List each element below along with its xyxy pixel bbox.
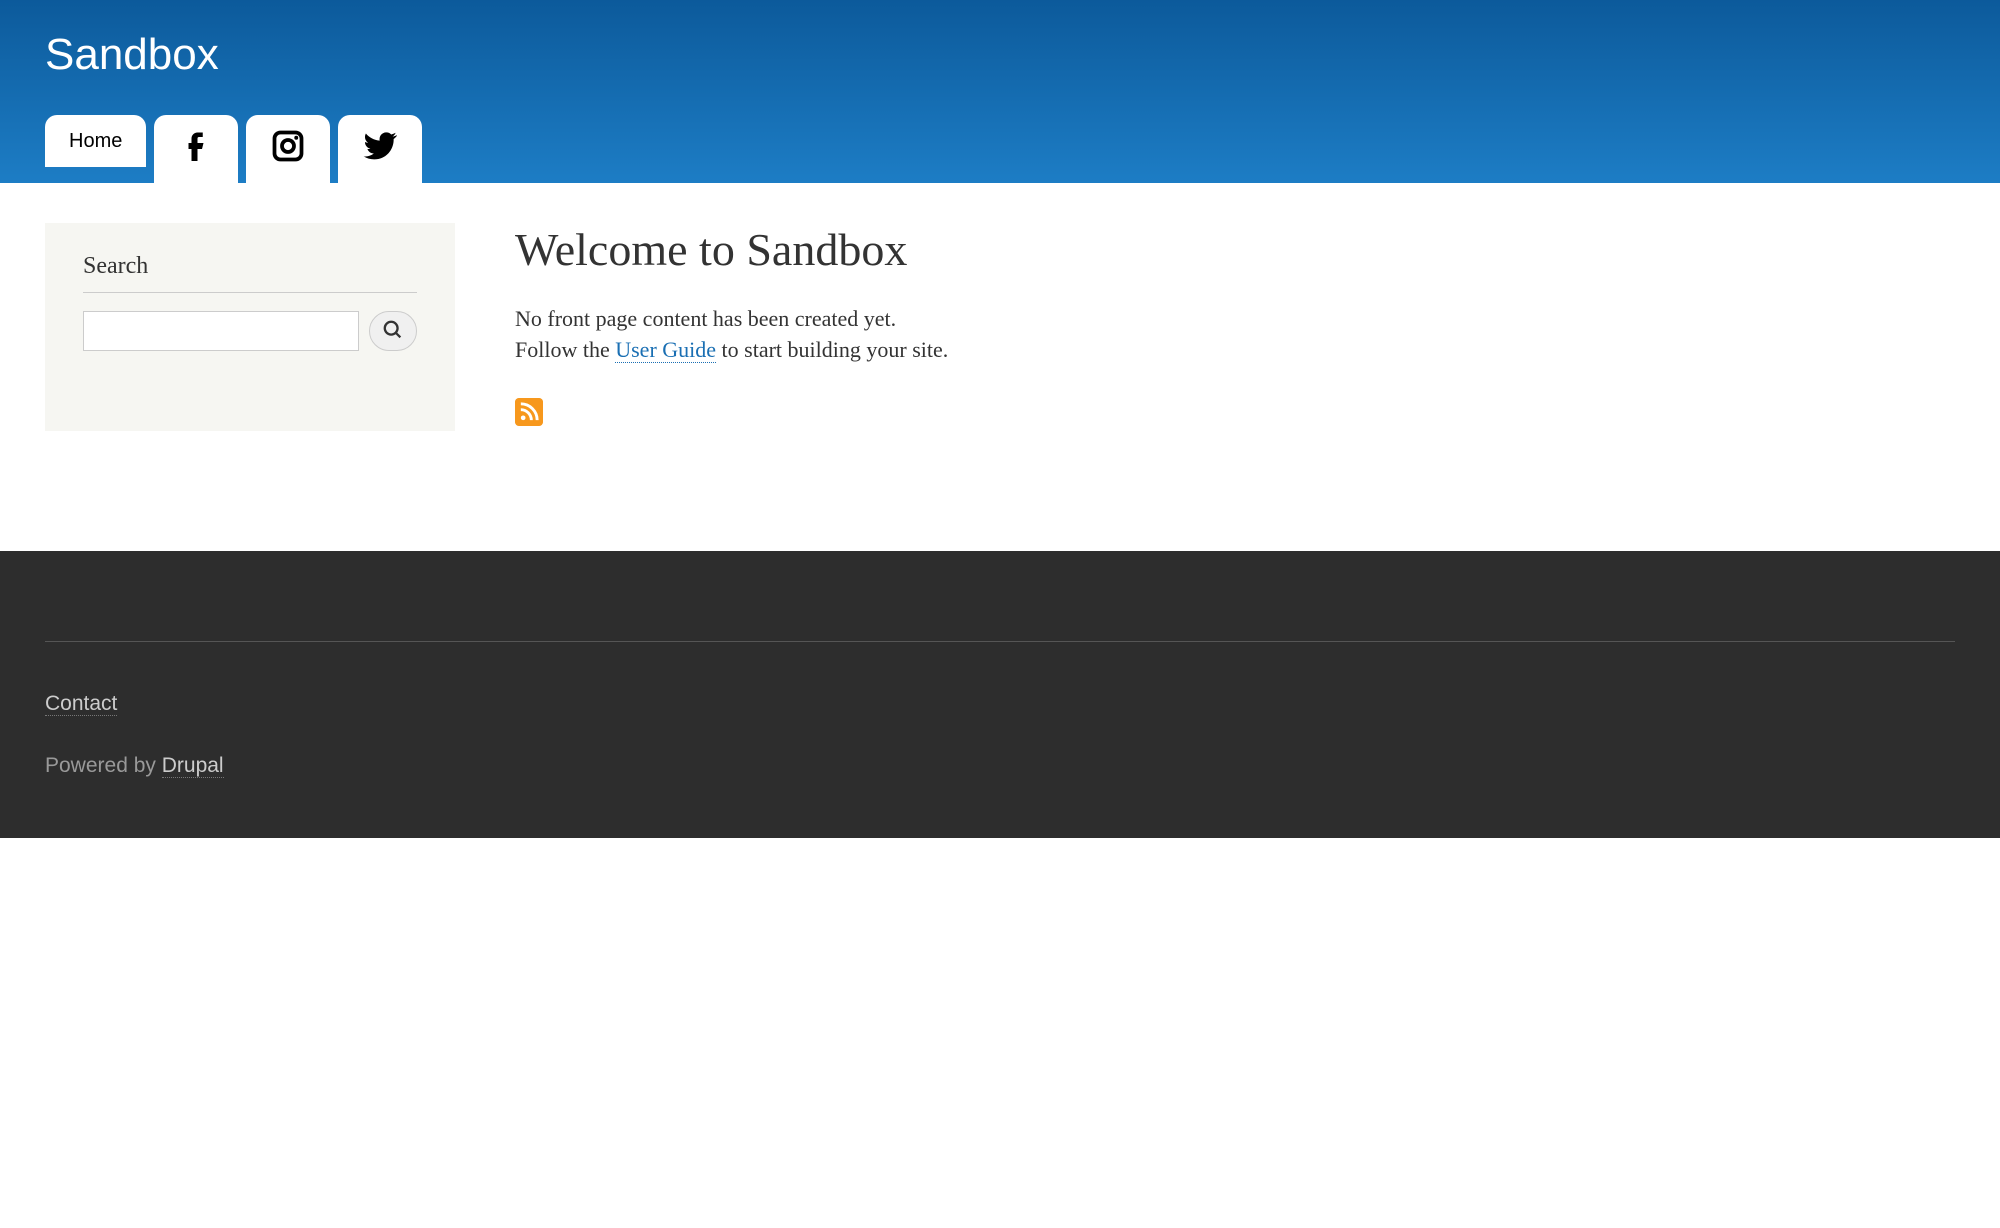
contact-link[interactable]: Contact: [45, 692, 117, 716]
search-icon: [382, 319, 404, 344]
main-content: Welcome to Sandbox No front page content…: [515, 223, 1955, 431]
nav-tab-instagram[interactable]: [246, 115, 330, 183]
content-line-1: No front page content has been created y…: [515, 304, 1955, 335]
footer-contact-wrapper: Contact: [45, 692, 1955, 716]
rss-icon[interactable]: [515, 398, 543, 426]
content-text: No front page content has been created y…: [515, 304, 1955, 366]
user-guide-link[interactable]: User Guide: [615, 337, 716, 363]
nav-tabs: Home: [45, 115, 1955, 183]
instagram-icon: [270, 128, 306, 170]
footer-divider: [45, 641, 1955, 642]
sidebar: Search: [45, 223, 455, 431]
content-text-after: to start building your site.: [716, 337, 948, 362]
twitter-icon: [362, 128, 398, 170]
page-title: Welcome to Sandbox: [515, 223, 1955, 276]
nav-tab-twitter[interactable]: [338, 115, 422, 183]
footer-powered: Powered by Drupal: [45, 754, 1955, 778]
site-title[interactable]: Sandbox: [45, 30, 1955, 80]
search-row: [83, 311, 417, 351]
drupal-link[interactable]: Drupal: [162, 754, 224, 778]
powered-prefix: Powered by: [45, 754, 162, 777]
search-label: Search: [83, 253, 417, 293]
content-line-2: Follow the User Guide to start building …: [515, 335, 1955, 366]
content-text-before: Follow the: [515, 337, 615, 362]
facebook-icon: [178, 128, 214, 170]
search-input[interactable]: [83, 311, 359, 351]
nav-tab-home[interactable]: Home: [45, 115, 146, 167]
search-button[interactable]: [369, 311, 417, 351]
header: Sandbox Home: [0, 0, 2000, 183]
main-container: Search Welcome to Sandbox No front page …: [0, 183, 2000, 551]
footer: Contact Powered by Drupal: [0, 551, 2000, 838]
nav-tab-facebook[interactable]: [154, 115, 238, 183]
